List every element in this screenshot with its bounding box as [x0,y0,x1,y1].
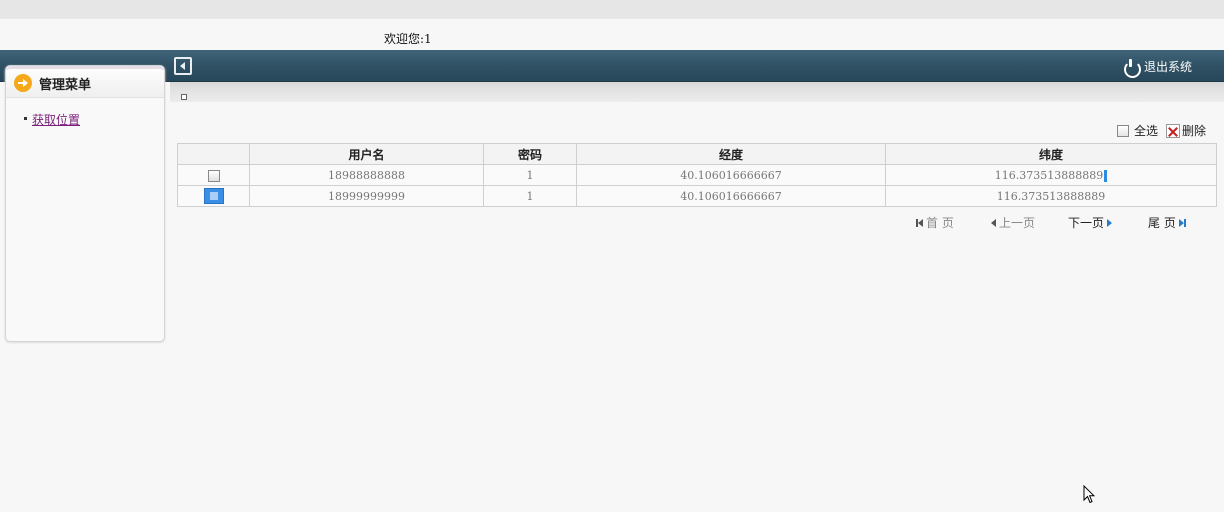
table-header-row: 用户名 密码 经度 纬度 [177,143,1217,165]
sidebar-title: 管理菜单 [39,77,92,93]
first-page-button[interactable]: 首 页 [916,214,954,231]
welcome-strip [0,19,1224,50]
sidebar-header: 管理菜单 [6,66,164,98]
username-cell: 18988888888 [249,164,484,186]
logout-label: 退出系统 [1143,60,1192,74]
table-row[interactable]: 18999999999 1 40.106016666667 116.373513… [177,185,1217,207]
select-all-checkbox[interactable] [1116,124,1129,137]
square-bullet-icon [181,94,187,100]
table-toolbar: 全选 删除 [1116,122,1206,139]
content-subbar [170,82,1224,102]
delete-button[interactable]: 删除 [1165,122,1206,139]
column-header-select [177,143,250,165]
row-select-cell [177,164,250,186]
first-page-icon [916,219,923,227]
sidebar-menu-list: 获取位置 [6,98,164,128]
column-header-latitude: 纬度 [885,143,1217,165]
arrow-right-circle-icon [14,74,32,92]
longitude-cell: 40.106016666667 [576,185,886,207]
logout-button[interactable]: 退出系统 [1123,58,1192,78]
welcome-text: 欢迎您:1 [384,32,432,46]
next-page-button[interactable]: 下一页 [1068,214,1113,231]
prev-page-label: 上一页 [999,216,1036,230]
last-page-icon [1179,219,1186,227]
last-page-button[interactable]: 尾 页 [1148,214,1186,231]
latitude-value: 116.373513888889 [994,168,1104,182]
column-header-password: 密码 [483,143,577,165]
column-header-username: 用户名 [249,143,484,165]
row-checkbox[interactable] [203,188,224,204]
latitude-cell: 116.373513888889 [885,185,1217,207]
prev-page-button[interactable]: 上一页 [991,214,1035,231]
select-all[interactable]: 全选 [1116,122,1158,139]
next-page-icon [1107,218,1113,227]
password-cell: 1 [483,185,577,207]
first-page-label: 首 页 [926,216,954,230]
prev-page-icon [991,218,996,227]
power-icon [1123,59,1141,78]
column-header-longitude: 经度 [576,143,886,165]
last-page-label: 尾 页 [1148,216,1176,230]
sidebar-item-get-location: 获取位置 [24,111,164,128]
next-page-label: 下一页 [1068,216,1105,230]
latitude-cell: 116.373513888889 [885,164,1217,186]
browser-top-strip [0,0,1224,19]
collapse-sidebar-icon[interactable] [174,57,192,75]
location-table: 用户名 密码 经度 纬度 18988888888 1 40.1060166666… [177,143,1217,207]
password-cell: 1 [483,164,577,186]
username-cell: 18999999999 [249,185,484,207]
select-all-label: 全选 [1133,124,1158,138]
text-cursor-marker [1104,169,1108,182]
top-header-bar: 退出系统 [0,50,1224,82]
longitude-cell: 40.106016666667 [576,164,886,186]
sidebar-item-link[interactable]: 获取位置 [32,113,80,127]
table-row[interactable]: 18988888888 1 40.106016666667 116.373513… [177,164,1217,186]
delete-label: 删除 [1181,124,1206,138]
row-checkbox[interactable] [207,169,220,182]
row-select-cell [177,185,250,207]
sidebar-menu: 管理菜单 获取位置 [5,65,165,342]
delete-icon [1165,123,1180,138]
